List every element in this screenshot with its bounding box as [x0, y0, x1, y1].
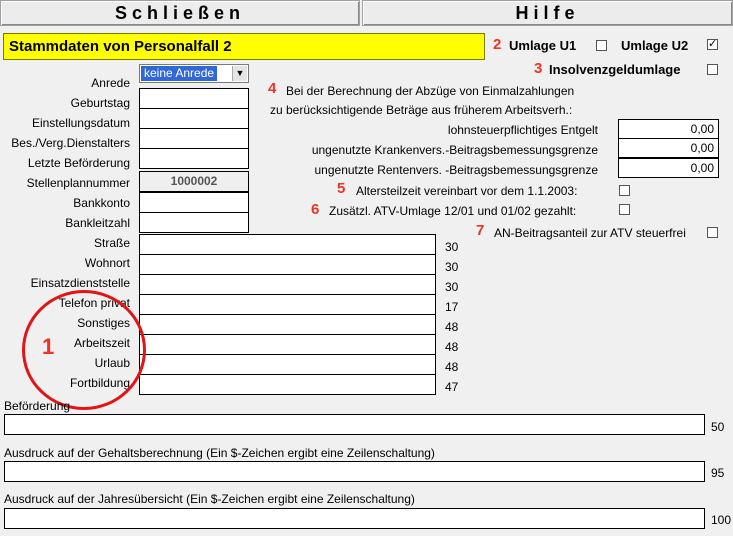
annotation-badge-7: 7: [476, 222, 485, 239]
field-label: Geburtstag: [70, 96, 130, 110]
befoerderung-input[interactable]: [4, 414, 705, 435]
an-beitrag-checkbox[interactable]: [707, 227, 718, 238]
annotation-badge-5: 5: [337, 180, 346, 197]
jahresuebersicht-input[interactable]: [4, 508, 705, 529]
insolvenz-label: Insolvenzgeldumlage: [549, 62, 681, 77]
annotation-badge-3: 3: [534, 60, 543, 77]
entgelt-input[interactable]: 0,00: [618, 119, 719, 139]
max-length: 48: [445, 320, 459, 334]
help-button[interactable]: Hilfe: [362, 0, 733, 26]
umlage-u1-checkbox[interactable]: [596, 40, 607, 51]
umlage-u2-label: Umlage U2: [621, 38, 689, 53]
arbeitszeit-input[interactable]: [139, 334, 436, 355]
fortbildung-input[interactable]: [139, 374, 436, 395]
field-label: Stellenplannummer: [26, 176, 130, 190]
strasse-input[interactable]: [139, 234, 436, 255]
check-icon: ✓: [708, 38, 718, 50]
max-length: 48: [445, 340, 459, 354]
abzuege-heading-1: Bei der Berechnung der Abzüge von Einmal…: [286, 84, 575, 98]
max-length: 50: [711, 420, 725, 434]
field-label: Wohnort: [84, 256, 130, 270]
altersteilzeit-label: Altersteilzeit vereinbart vor dem 1.1.20…: [356, 184, 578, 198]
anrede-select[interactable]: keine Anrede ▼: [139, 64, 249, 83]
annotation-circle: [22, 290, 146, 410]
annotation-badge-6: 6: [311, 201, 320, 218]
max-length: 48: [445, 360, 459, 374]
max-length: 30: [445, 260, 459, 274]
gehaltsberechnung-input[interactable]: [4, 461, 705, 482]
letzte-befoerderung-input[interactable]: [139, 148, 249, 169]
annotation-badge-2: 2: [493, 36, 502, 53]
annotation-badge-1: 1: [42, 334, 55, 359]
altersteilzeit-checkbox[interactable]: [619, 185, 630, 196]
field-label: Einsatzdienststelle: [30, 276, 130, 290]
field-label: Bes./Verg.Dienstalters: [11, 136, 130, 150]
gehaltsberechnung-label: Ausdruck auf der Gehaltsberechnung (Ein …: [4, 446, 435, 460]
annotation-badge-4: 4: [268, 80, 277, 97]
field-label: Einstellungsdatum: [31, 116, 130, 130]
field-label: Straße: [93, 236, 130, 250]
abzuege-row-label: ungenutzte Rentenvers. -Beitragsbemessun…: [314, 163, 599, 177]
an-beitrag-label: AN-Beitragsanteil zur ATV steuerfrei: [494, 226, 686, 240]
befoerderung-label: Beförderung: [4, 399, 71, 413]
einstellungsdatum-input[interactable]: [139, 108, 249, 129]
urlaub-input[interactable]: [139, 354, 436, 375]
atv-umlage-checkbox[interactable]: [619, 204, 630, 215]
max-length: 17: [445, 300, 459, 314]
field-label: Bankkonto: [73, 196, 130, 210]
bankleitzahl-input[interactable]: [139, 212, 249, 233]
sonstiges-input[interactable]: [139, 314, 436, 335]
max-length: 95: [711, 466, 725, 480]
stellenplannummer-input[interactable]: 1000002: [139, 171, 249, 192]
dienstalter-input[interactable]: [139, 128, 249, 149]
field-label: Bankleitzahl: [65, 216, 130, 230]
einsatzdienststelle-input[interactable]: [139, 274, 436, 295]
max-length: 30: [445, 280, 459, 294]
anrede-label: Anrede: [91, 76, 130, 90]
bankkonto-input[interactable]: [139, 192, 249, 213]
abzuege-row-label: lohnsteuerpflichtiges Entgelt: [447, 123, 598, 137]
atv-umlage-label: Zusätzl. ATV-Umlage 12/01 und 01/02 geza…: [329, 204, 577, 218]
umlage-u2-checkbox[interactable]: ✓: [707, 39, 718, 50]
max-length: 100: [711, 513, 732, 527]
jahresuebersicht-label: Ausdruck auf der Jahresübersicht (Ein $-…: [4, 492, 415, 506]
telefon-input[interactable]: [139, 294, 436, 315]
close-button[interactable]: Schließen: [0, 0, 360, 26]
wohnort-input[interactable]: [139, 254, 436, 275]
krankenvers-input[interactable]: 0,00: [618, 138, 719, 158]
umlage-u1-label: Umlage U1: [509, 38, 577, 53]
rentenvers-input[interactable]: 0,00: [618, 158, 719, 178]
geburtstag-input[interactable]: [139, 88, 249, 109]
max-length: 47: [445, 380, 459, 394]
abzuege-heading-2: zu berücksichtigende Beträge aus frühere…: [270, 103, 573, 117]
abzuege-row-label: ungenutzte Krankenvers.-Beitragsbemessun…: [311, 143, 598, 157]
field-label: Letzte Beförderung: [27, 156, 130, 170]
insolvenz-checkbox[interactable]: [707, 64, 718, 75]
anrede-value: keine Anrede: [141, 66, 218, 81]
page-title: Stammdaten von Personalfall 2: [3, 33, 485, 60]
chevron-down-icon[interactable]: ▼: [232, 66, 247, 81]
max-length: 30: [445, 240, 459, 254]
